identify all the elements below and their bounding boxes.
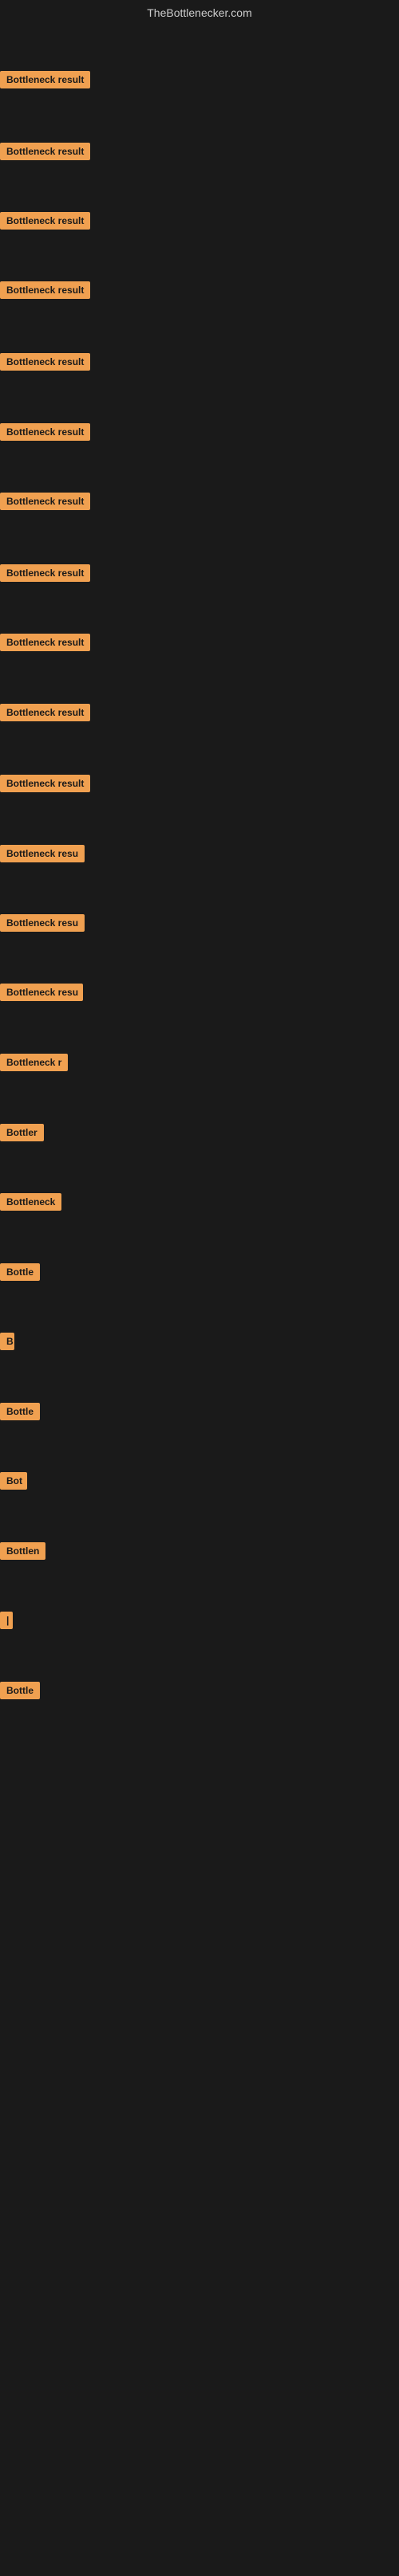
bottleneck-badge-11[interactable]: Bottleneck result xyxy=(0,775,90,792)
bottleneck-badge-21[interactable]: Bot xyxy=(0,1472,27,1490)
bottleneck-result-item: Bottle xyxy=(0,1263,40,1285)
bottleneck-badge-5[interactable]: Bottleneck result xyxy=(0,353,90,371)
bottleneck-badge-13[interactable]: Bottleneck resu xyxy=(0,914,85,932)
bottleneck-result-item: Bottler xyxy=(0,1124,44,1145)
bottleneck-badge-16[interactable]: Bottler xyxy=(0,1124,44,1141)
bottleneck-badge-8[interactable]: Bottleneck result xyxy=(0,564,90,582)
bottleneck-result-item: Bottle xyxy=(0,1403,40,1424)
bottleneck-badge-4[interactable]: Bottleneck result xyxy=(0,281,90,299)
bottleneck-result-item: Bottleneck result xyxy=(0,493,90,514)
bottleneck-badge-24[interactable]: Bottle xyxy=(0,1682,40,1699)
bottleneck-result-item: Bottleneck result xyxy=(0,143,90,164)
bottleneck-result-item: Bottleneck resu xyxy=(0,914,85,936)
bottleneck-result-item: Bottleneck result xyxy=(0,212,90,234)
bottleneck-result-item: Bottleneck result xyxy=(0,704,90,725)
bottleneck-result-item: Bottleneck result xyxy=(0,353,90,375)
bottleneck-badge-1[interactable]: Bottleneck result xyxy=(0,71,90,88)
bottleneck-result-item: Bottleneck r xyxy=(0,1054,68,1075)
bottleneck-result-item: Bottleneck result xyxy=(0,634,90,655)
bottleneck-result-item: Bot xyxy=(0,1472,27,1494)
bottleneck-result-item: Bottleneck resu xyxy=(0,845,85,866)
bottleneck-result-item: | xyxy=(0,1612,13,1633)
bottleneck-badge-23[interactable]: | xyxy=(0,1612,13,1629)
bottleneck-badge-10[interactable]: Bottleneck result xyxy=(0,704,90,721)
bottleneck-badge-19[interactable]: B xyxy=(0,1333,14,1350)
bottleneck-result-item: Bottleneck result xyxy=(0,775,90,796)
bottleneck-result-item: B xyxy=(0,1333,14,1354)
bottleneck-badge-7[interactable]: Bottleneck result xyxy=(0,493,90,510)
bottleneck-result-item: Bottleneck result xyxy=(0,71,90,92)
bottleneck-result-item: Bottlen xyxy=(0,1542,45,1564)
bottleneck-result-item: Bottleneck result xyxy=(0,564,90,586)
bottleneck-badge-17[interactable]: Bottleneck xyxy=(0,1193,61,1211)
site-title: TheBottlenecker.com xyxy=(0,0,399,26)
bottleneck-badge-6[interactable]: Bottleneck result xyxy=(0,423,90,441)
bottleneck-badge-2[interactable]: Bottleneck result xyxy=(0,143,90,160)
bottleneck-result-item: Bottle xyxy=(0,1682,40,1703)
bottleneck-result-item: Bottleneck resu xyxy=(0,984,83,1005)
bottleneck-badge-14[interactable]: Bottleneck resu xyxy=(0,984,83,1001)
bottleneck-badge-15[interactable]: Bottleneck r xyxy=(0,1054,68,1071)
bottleneck-result-item: Bottleneck result xyxy=(0,423,90,445)
bottleneck-badge-18[interactable]: Bottle xyxy=(0,1263,40,1281)
bottleneck-badge-20[interactable]: Bottle xyxy=(0,1403,40,1420)
bottleneck-badge-9[interactable]: Bottleneck result xyxy=(0,634,90,651)
bottleneck-badge-12[interactable]: Bottleneck resu xyxy=(0,845,85,862)
bottleneck-result-item: Bottleneck result xyxy=(0,281,90,303)
bottleneck-result-item: Bottleneck xyxy=(0,1193,61,1215)
bottleneck-badge-3[interactable]: Bottleneck result xyxy=(0,212,90,230)
bottleneck-badge-22[interactable]: Bottlen xyxy=(0,1542,45,1560)
